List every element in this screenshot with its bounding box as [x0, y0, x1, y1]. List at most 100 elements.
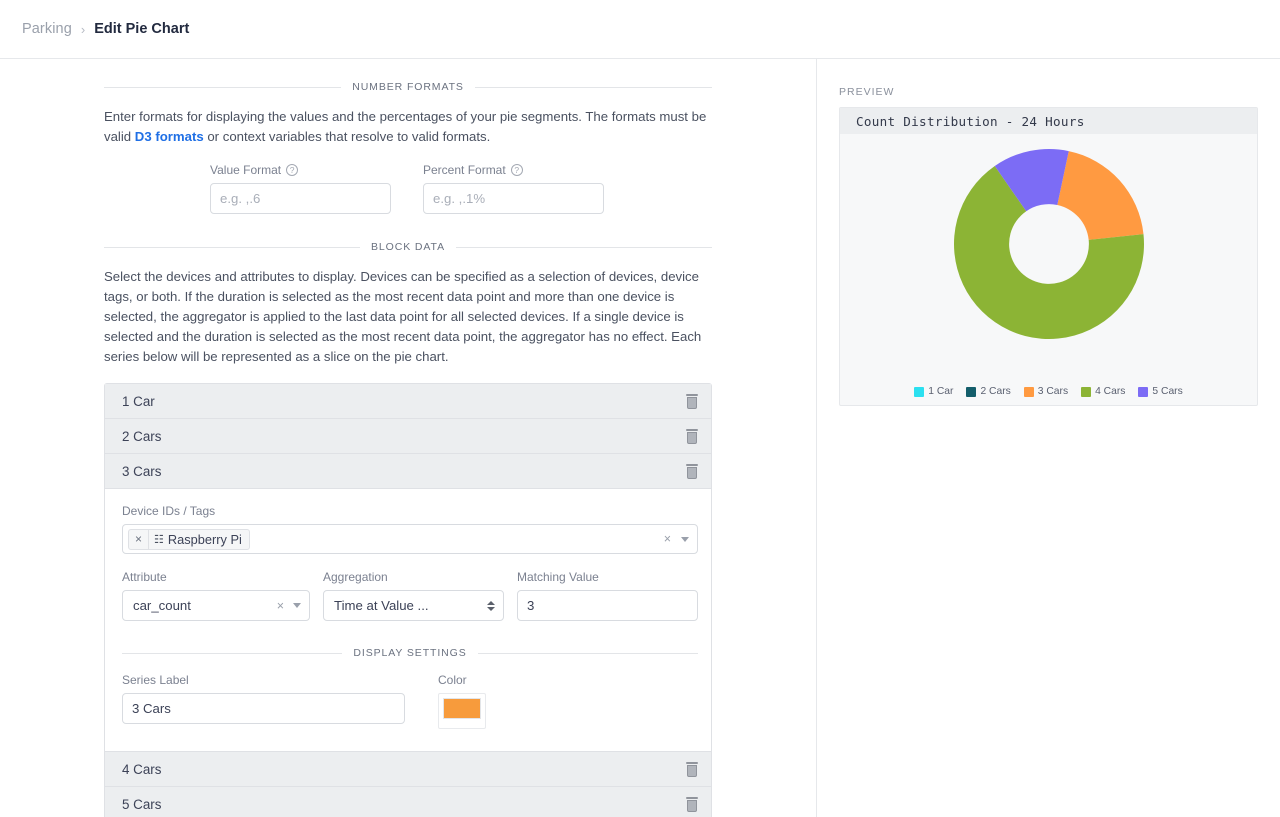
question-circle-icon[interactable]: ? [286, 164, 299, 176]
value-format-input[interactable] [210, 183, 391, 214]
divider-line-right [477, 652, 698, 654]
percent-format-label-text: Percent Format [423, 163, 506, 177]
legend-item[interactable]: 5 Cars [1138, 386, 1183, 397]
chevron-down-icon[interactable] [293, 603, 301, 608]
value-format-label-text: Value Format [210, 163, 282, 177]
legend-label: 4 Cars [1095, 386, 1126, 397]
divider-line-left [104, 246, 361, 248]
block-data-title: BLOCK DATA [371, 241, 445, 253]
percent-format-field: Percent Format ? [423, 163, 604, 214]
percent-format-label: Percent Format ? [423, 163, 604, 177]
settings-pane: NUMBER FORMATS Enter formats for display… [0, 59, 817, 817]
breadcrumb-parent[interactable]: Parking [22, 21, 72, 37]
preview-card: Count Distribution - 24 Hours 1 Car 2 Car… [839, 107, 1258, 406]
legend-label: 1 Car [928, 386, 954, 397]
breadcrumb-bar: Parking › Edit Pie Chart [0, 0, 1280, 59]
color-field: Color [438, 673, 486, 729]
series-label: 3 Cars [122, 463, 162, 479]
series-label-input[interactable] [122, 693, 405, 724]
color-swatch-button[interactable] [443, 698, 481, 719]
legend-swatch [1138, 386, 1149, 397]
trash-icon[interactable] [685, 428, 699, 444]
chart-legend: 1 Car 2 Cars 3 Cars 4 Cars 5 Cars [840, 386, 1257, 397]
series-detail-panel: Device IDs / Tags × ☷ Raspberry Pi × Att… [105, 489, 711, 752]
series-detail-inner: Device IDs / Tags × ☷ Raspberry Pi × Att… [122, 504, 698, 729]
number-formats-description: Enter formats for displaying the values … [104, 107, 712, 147]
series-label: 4 Cars [122, 761, 162, 777]
series-label: 2 Cars [122, 428, 162, 444]
question-circle-icon[interactable]: ? [510, 164, 523, 176]
number-format-fields: Value Format ? Percent Format ? [210, 163, 712, 214]
page-title: Edit Pie Chart [94, 21, 190, 37]
aggregation-field: Aggregation Time at Value ... [323, 570, 504, 621]
legend-item[interactable]: 4 Cars [1081, 386, 1125, 397]
microchip-icon: ☷ [154, 533, 164, 546]
divider-line-right [455, 246, 712, 248]
attribute-select[interactable]: car_count × [122, 590, 310, 621]
donut-slice[interactable] [1056, 151, 1143, 240]
matching-value-input[interactable] [517, 590, 698, 621]
color-label: Color [438, 673, 467, 687]
legend-swatch [914, 386, 925, 397]
divider-line-left [122, 652, 343, 654]
legend-item[interactable]: 3 Cars [1023, 386, 1069, 397]
up-down-arrows-icon[interactable] [487, 600, 495, 611]
settings-form: NUMBER FORMATS Enter formats for display… [104, 59, 713, 817]
legend-swatch [966, 386, 977, 397]
block-data-description: Select the devices and attributes to dis… [104, 269, 702, 364]
number-formats-section-header: NUMBER FORMATS [104, 81, 713, 93]
device-tag-chip[interactable]: × ☷ Raspberry Pi [128, 528, 250, 550]
color-swatch-wrapper [438, 693, 486, 729]
device-ids-multiselect[interactable]: × ☷ Raspberry Pi × [122, 524, 698, 554]
divider-line-right [474, 86, 713, 88]
chip-content: ☷ Raspberry Pi [149, 532, 249, 547]
chip-label: Raspberry Pi [167, 531, 242, 547]
chip-remove-icon[interactable]: × [129, 529, 150, 549]
donut-chart-svg[interactable] [949, 144, 1149, 344]
divider-line-left [104, 86, 342, 88]
series-list: 1 Car 2 Cars 3 Cars Device IDs / Tags × … [104, 383, 712, 817]
legend-label: 2 Cars [980, 386, 1011, 397]
series-row-2-cars[interactable]: 2 Cars [105, 419, 711, 454]
page-body: NUMBER FORMATS Enter formats for display… [0, 59, 1280, 817]
number-formats-title: NUMBER FORMATS [352, 81, 464, 93]
series-label-label: Series Label [122, 673, 189, 687]
series-row-4-cars[interactable]: 4 Cars [105, 752, 711, 787]
legend-label: 3 Cars [1037, 386, 1069, 397]
display-settings-title: DISPLAY SETTINGS [353, 647, 467, 659]
series-row-1-car[interactable]: 1 Car [105, 384, 711, 419]
value-format-label: Value Format ? [210, 163, 391, 177]
legend-swatch [1081, 386, 1092, 397]
chart-title: Count Distribution - 24 Hours [840, 108, 1257, 134]
chevron-down-icon[interactable] [681, 536, 689, 542]
donut-chart [949, 144, 1149, 349]
legend-item[interactable]: 2 Cars [966, 386, 1011, 397]
display-settings-section-header: DISPLAY SETTINGS [122, 647, 698, 659]
block-data-section-header: BLOCK DATA [104, 241, 712, 253]
breadcrumb-separator-icon: › [80, 21, 86, 37]
percent-format-input[interactable] [423, 183, 604, 214]
value-format-field: Value Format ? [210, 163, 391, 214]
matching-value-label: Matching Value [517, 570, 599, 584]
clear-icon[interactable]: × [277, 599, 284, 613]
chart-body: 1 Car 2 Cars 3 Cars 4 Cars 5 Cars [840, 134, 1257, 405]
device-ids-label: Device IDs / Tags [122, 504, 216, 518]
attribute-aggregation-row: Attribute car_count × Aggregation Time a… [122, 570, 698, 621]
matching-value-field: Matching Value [517, 570, 698, 621]
trash-icon[interactable] [685, 393, 699, 409]
legend-item[interactable]: 1 Car [914, 386, 953, 397]
multiselect-controls: × [664, 525, 689, 553]
trash-icon[interactable] [685, 797, 699, 812]
aggregation-value: Time at Value ... [334, 598, 429, 613]
display-settings-row: Series Label Color [122, 673, 698, 729]
clear-all-icon[interactable]: × [664, 532, 671, 546]
d3-formats-link[interactable]: D3 formats [135, 129, 204, 144]
series-label: 1 Car [122, 393, 155, 409]
aggregation-label: Aggregation [323, 570, 388, 584]
attribute-value: car_count [133, 598, 191, 613]
series-row-5-cars[interactable]: 5 Cars [105, 787, 711, 817]
trash-icon[interactable] [685, 463, 699, 479]
aggregation-select[interactable]: Time at Value ... [323, 590, 504, 621]
series-row-3-cars[interactable]: 3 Cars [105, 454, 711, 489]
trash-icon[interactable] [685, 761, 699, 777]
